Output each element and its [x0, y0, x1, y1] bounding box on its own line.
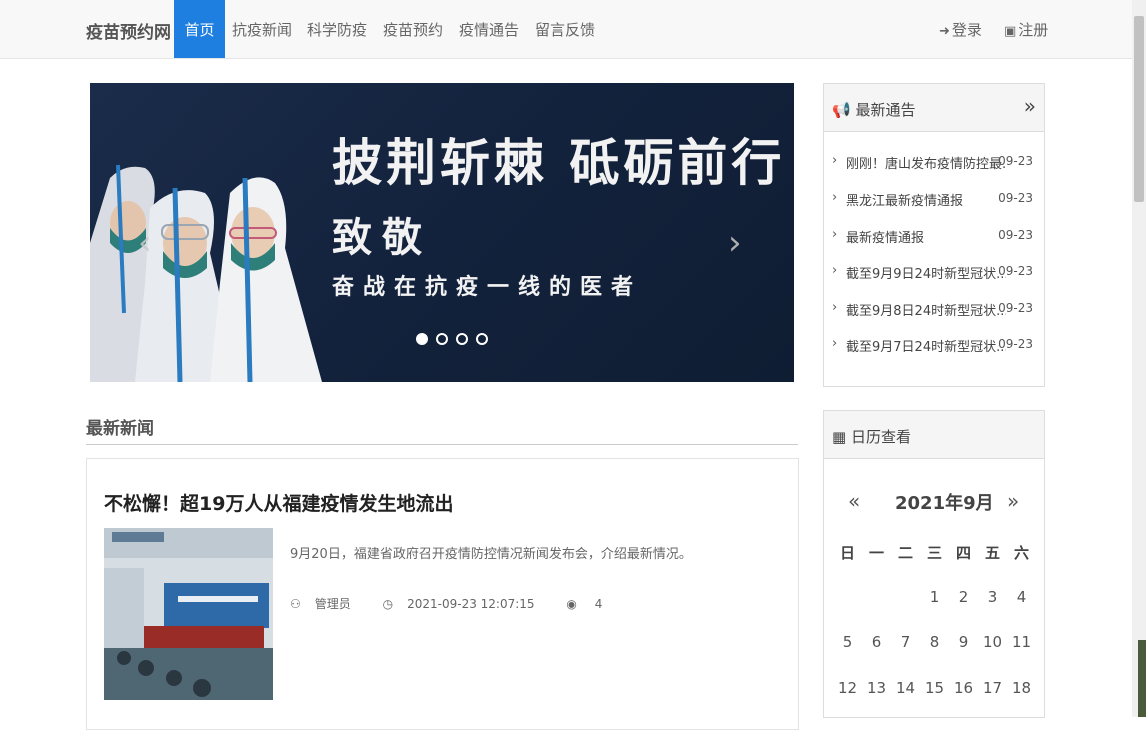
- chevron-right-icon: ›: [832, 263, 838, 278]
- calendar-day[interactable]: 1: [920, 588, 949, 606]
- calendar-prev-button[interactable]: «: [848, 489, 860, 513]
- chevron-right-icon: ›: [832, 153, 838, 168]
- login-label: 登录: [951, 21, 982, 39]
- calendar-panel: ▦ 日历查看 « 2021年9月 » 日 一 二 三 四 五 六 1 2 3 4…: [823, 410, 1045, 718]
- chevron-right-icon: ›: [832, 227, 838, 242]
- clock-icon: ◷: [382, 597, 394, 611]
- calendar-day[interactable]: 2: [949, 588, 978, 606]
- nav-item-vaccine[interactable]: 疫苗预约: [382, 0, 444, 58]
- chevron-right-icon: ›: [832, 190, 838, 205]
- login-link[interactable]: ➜ 登录: [939, 0, 982, 58]
- top-navbar: 疫苗预约网 首页 抗疫新闻 科学防疫 疫苗预约 疫情通告 留言反馈 ➜ 登录 ▣ 注…: [0, 0, 1132, 59]
- calendar-month-label: 2021年9月: [895, 493, 994, 514]
- calendar-day[interactable]: 16: [949, 679, 978, 697]
- calendar-day[interactable]: 3: [978, 588, 1007, 606]
- calendar-day[interactable]: 10: [978, 633, 1007, 651]
- nav-item-notice[interactable]: 疫情通告: [458, 0, 520, 58]
- nav-item-science[interactable]: 科学防疫: [306, 0, 368, 58]
- banner-tagline: 奋战在抗疫一线的医者: [332, 274, 643, 300]
- calendar-day[interactable]: 12: [833, 679, 862, 697]
- weekday-label: 三: [926, 544, 942, 562]
- calendar-day[interactable]: 9: [949, 633, 978, 651]
- calendar-day[interactable]: 5: [833, 633, 862, 651]
- calendar-panel-header: ▦ 日历查看: [824, 411, 1044, 459]
- carousel-indicators: [416, 330, 491, 349]
- news-title[interactable]: 不松懈！超19万人从福建疫情发生地流出: [104, 489, 453, 516]
- weekday-label: 一: [868, 544, 884, 562]
- register-label: 注册: [1018, 21, 1049, 39]
- news-card: 不松懈！超19万人从福建疫情发生地流出 9月20日，福建省政府召开疫情防控情况新…: [86, 458, 799, 730]
- side-widget: [1138, 640, 1146, 717]
- news-datetime: ◷ 2021-09-23 12:07:15: [382, 597, 535, 611]
- press-conference-image: [104, 528, 273, 700]
- bullhorn-icon: 📢: [832, 101, 851, 119]
- carousel-dot[interactable]: [456, 333, 469, 345]
- weekday-label: 五: [984, 544, 1000, 562]
- calendar-day[interactable]: 7: [891, 633, 920, 651]
- doctors-illustration: [90, 164, 322, 382]
- register-icon: ▣: [1004, 24, 1017, 39]
- banner-subtitle: 致敬: [332, 214, 432, 261]
- notice-more-link[interactable]: »: [1024, 94, 1036, 118]
- weekday-label: 日: [839, 544, 855, 562]
- user-icon: ⚇: [290, 597, 301, 611]
- banner-title: 披荆斩棘 砥砺前行: [332, 133, 786, 192]
- calendar-panel-title: ▦ 日历查看: [832, 428, 911, 446]
- calendar-day[interactable]: 13: [862, 679, 891, 697]
- calendar-day[interactable]: 17: [978, 679, 1007, 697]
- notice-panel: 📢 最新通告 » › 刚刚！唐山发布疫情防控最... 09-23 › 黑龙江最新…: [823, 83, 1045, 387]
- carousel-next-arrow-icon[interactable]: ›: [728, 223, 742, 263]
- calendar-day[interactable]: 15: [920, 679, 949, 697]
- weekday-label: 四: [955, 544, 971, 562]
- section-divider: [86, 444, 798, 445]
- carousel-dot[interactable]: [476, 333, 489, 345]
- chevron-right-icon: ›: [832, 336, 838, 351]
- calendar-day[interactable]: 8: [920, 633, 949, 651]
- news-summary: 9月20日，福建省政府召开疫情防控情况新闻发布会，介绍最新情况。: [290, 547, 692, 562]
- news-meta: ⚇ 管理员 ◷ 2021-09-23 12:07:15 ◉ 4: [290, 595, 630, 612]
- weekday-label: 二: [897, 544, 913, 562]
- notice-panel-title: 📢 最新通告: [832, 101, 916, 119]
- nav-item-news[interactable]: 抗疫新闻: [231, 0, 293, 58]
- carousel-prev-arrow-icon[interactable]: ‹: [138, 223, 152, 263]
- nav-item-home[interactable]: 首页: [174, 0, 225, 58]
- nav-item-feedback[interactable]: 留言反馈: [534, 0, 596, 58]
- news-thumbnail[interactable]: [104, 528, 273, 700]
- weekday-label: 六: [1013, 544, 1029, 562]
- banner-carousel: 披荆斩棘 砥砺前行 致敬 奋战在抗疫一线的医者 ‹ ›: [90, 83, 794, 382]
- news-views: ◉ 4: [566, 597, 603, 611]
- calendar-day[interactable]: 11: [1007, 633, 1036, 651]
- calendar-day[interactable]: 14: [891, 679, 920, 697]
- calendar-day[interactable]: 4: [1007, 588, 1036, 606]
- chevron-right-icon: ›: [832, 300, 838, 315]
- calendar-next-button[interactable]: »: [1007, 489, 1019, 513]
- site-brand[interactable]: 疫苗预约网: [86, 18, 171, 43]
- calendar-icon: ▦: [832, 428, 847, 446]
- register-link[interactable]: ▣ 注册: [1004, 0, 1048, 58]
- section-title-news: 最新新闻: [86, 419, 154, 439]
- scrollbar-thumb[interactable]: [1134, 16, 1144, 202]
- notice-panel-header: 📢 最新通告 »: [824, 84, 1044, 132]
- carousel-dot[interactable]: [436, 333, 449, 345]
- sign-in-icon: ➜: [939, 24, 950, 39]
- page-scrollbar[interactable]: [1132, 0, 1146, 717]
- news-author: ⚇ 管理员: [290, 597, 351, 611]
- carousel-dot[interactable]: [416, 333, 428, 345]
- calendar-day[interactable]: 6: [862, 633, 891, 651]
- eye-icon: ◉: [566, 597, 577, 611]
- calendar-day[interactable]: 18: [1007, 679, 1036, 697]
